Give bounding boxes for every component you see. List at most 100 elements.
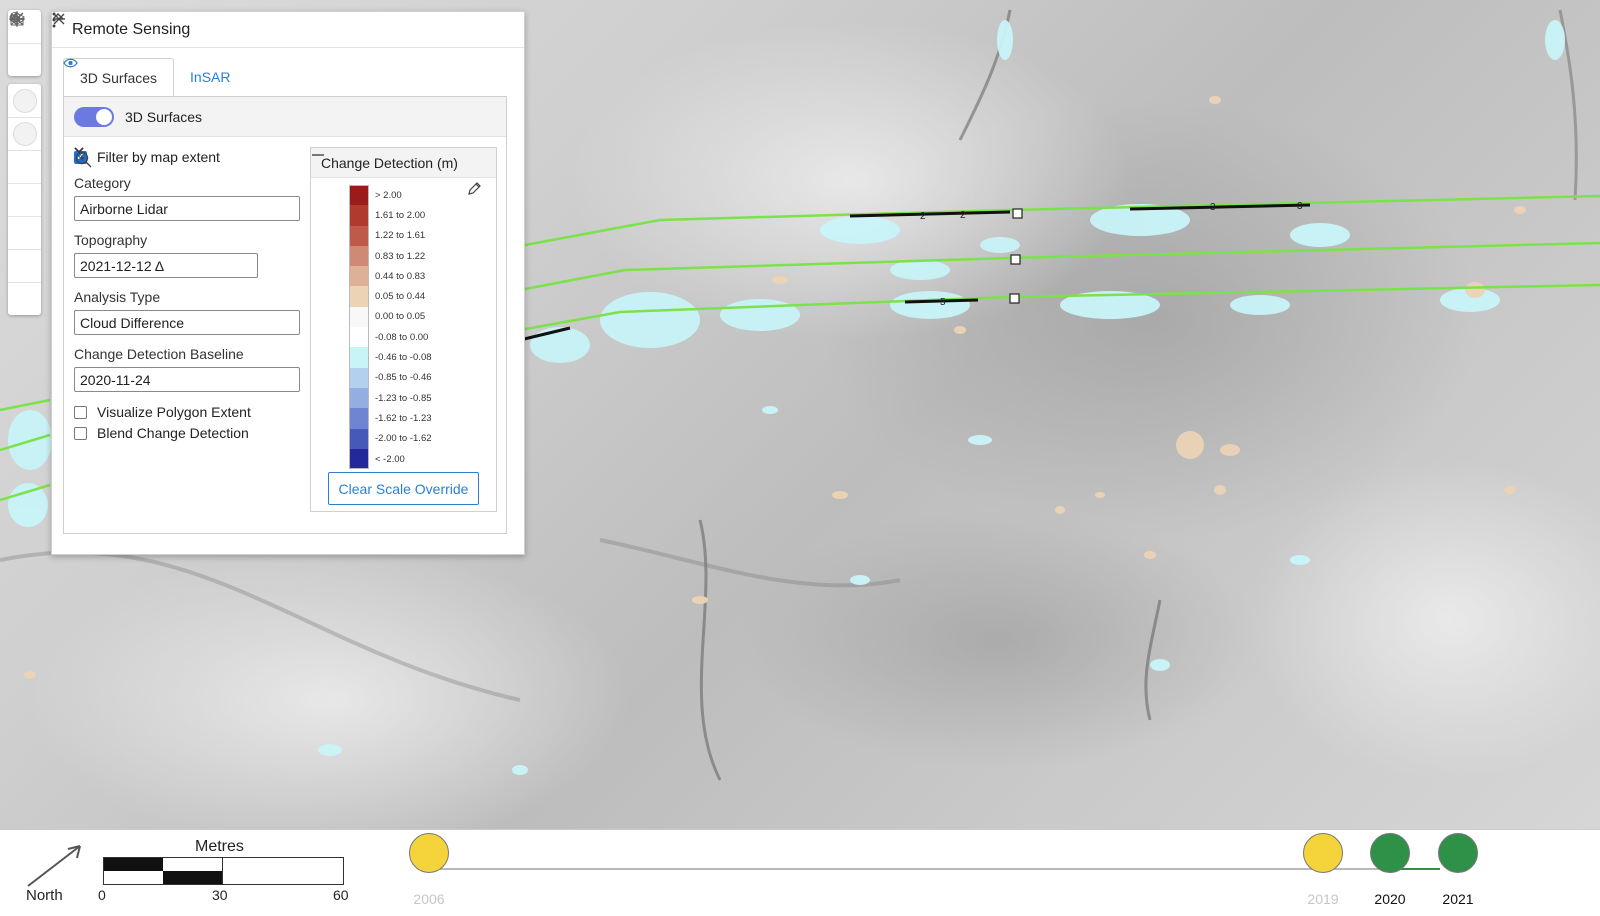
filter-map-extent-checkbox[interactable]: ✓ Filter by map extent	[74, 147, 306, 167]
select-value: 2020-11-24	[80, 371, 151, 388]
panel-minimize-button[interactable]	[53, 18, 490, 42]
tab-content: 3D Surfaces ✓ Filter by map extent Categ…	[63, 96, 507, 534]
legend-row: -0.08 to 0.00	[349, 327, 432, 348]
panel-header: Remote Sensing	[52, 12, 524, 48]
panel-tabs: 3D Surfaces InSAR	[63, 58, 247, 96]
baseline-label: Change Detection Baseline	[74, 346, 244, 362]
timeline-year-2006[interactable]	[409, 833, 449, 873]
layer-toggle-row: 3D Surfaces	[64, 97, 506, 137]
legend-swatch	[349, 185, 369, 206]
more-tools-button[interactable]	[8, 17, 41, 315]
legend-row: 0.00 to 0.05	[349, 306, 432, 328]
select-value: Cloud Difference	[80, 314, 185, 331]
scale-title: Metres	[195, 838, 244, 855]
chevron-down-icon	[74, 147, 84, 153]
timeline-label: 2021	[1442, 891, 1474, 907]
layers-button[interactable]	[8, 12, 41, 183]
3d-surfaces-toggle[interactable]	[74, 106, 114, 127]
panel-menu-button[interactable]	[52, 12, 466, 42]
analysis-type-label: Analysis Type	[74, 289, 161, 305]
legend-swatch	[349, 347, 369, 368]
edit-scale-button[interactable]	[466, 181, 490, 205]
baseline-select[interactable]: 2020-11-24	[74, 147, 300, 392]
visualize-polygon-checkbox[interactable]: Visualize Polygon Extent	[74, 402, 306, 422]
timeline-label: 2020	[1374, 891, 1406, 907]
settings-form: ✓ Filter by map extent Category Airborne…	[74, 147, 306, 443]
select-value: 2021-12-12 Δ	[80, 257, 165, 274]
legend-row: -0.46 to -0.08	[349, 347, 432, 368]
legend-row: -2.00 to -1.62	[349, 428, 432, 449]
north-label: North	[26, 887, 63, 904]
checkbox-label: Visualize Polygon Extent	[97, 404, 251, 420]
tab-3d-surfaces[interactable]: 3D Surfaces	[63, 58, 175, 96]
timeline-label: 2006	[413, 891, 445, 907]
legend-label: 1.22 to 1.61	[375, 230, 426, 242]
map-label: 3	[1210, 202, 1216, 213]
panel-close-button[interactable]	[53, 13, 514, 42]
topography-select[interactable]: 2021-12-12 Δ	[74, 147, 258, 278]
legend-swatch	[349, 428, 369, 449]
timeline-year-2019[interactable]	[1303, 833, 1343, 873]
measure-button[interactable]	[8, 13, 41, 282]
category-select[interactable]: Airborne Lidar	[74, 147, 300, 221]
legend-swatch	[349, 387, 369, 409]
legend-label: -1.23 to -0.85	[375, 392, 432, 404]
collapse-button[interactable]	[8, 12, 41, 216]
legend-label: -0.85 to -0.46	[375, 372, 432, 384]
globe-button[interactable]	[8, 11, 41, 150]
clear-scale-override-button[interactable]: Clear Scale Override	[328, 472, 479, 505]
change-detection-legend: Change Detection (m) > 2.00 1.61 to 2.00 1…	[310, 147, 497, 512]
map-label: 5	[940, 297, 946, 308]
close-icon	[53, 13, 65, 25]
map-label: 2	[920, 211, 926, 222]
scale-tick: 0	[98, 887, 106, 903]
legend-scale: > 2.00 1.61 to 2.00 1.22 to 1.61 0.83 to 1.…	[349, 185, 432, 470]
timeline-year-2020[interactable]	[1370, 833, 1410, 873]
analysis-type-select[interactable]: Cloud Difference	[74, 147, 300, 335]
legend-swatch	[349, 367, 369, 388]
map-label: 2	[960, 210, 966, 221]
compass-icon	[11, 12, 37, 113]
legend-label: 0.83 to 1.22	[375, 250, 426, 262]
legend-label: 0.05 to 0.44	[375, 291, 426, 303]
timeline-year-2021[interactable]	[1438, 833, 1478, 873]
panel-title: Remote Sensing	[72, 20, 191, 38]
legend-row: -1.23 to -0.85	[349, 387, 432, 409]
map-view[interactable]: 2 2 3 3 5 Remote Sensing 3D Surfaces InS…	[0, 0, 1600, 829]
scale-bar	[103, 857, 344, 885]
tab-insar[interactable]: InSAR	[63, 58, 246, 96]
lighting-button[interactable]	[8, 11, 41, 249]
bottom-bar: North Metres 0 30 60 2006 2019 2020 2021	[0, 829, 1600, 916]
blend-change-checkbox[interactable]: Blend Change Detection	[74, 423, 306, 443]
legend-label: -0.46 to -0.08	[375, 352, 432, 364]
compass-button[interactable]	[8, 12, 41, 117]
legend-swatch	[349, 266, 369, 287]
legend-label: -1.62 to -1.23	[375, 412, 432, 424]
scale-tick: 60	[333, 887, 349, 903]
checkbox-unchecked-icon	[74, 405, 87, 419]
scale-tick: 30	[212, 887, 228, 903]
legend-label: < -2.00	[375, 453, 405, 465]
legend-swatch	[349, 225, 369, 246]
legend-label: > 2.00	[375, 189, 402, 201]
ellipsis-icon	[9, 17, 25, 21]
toggle-label: 3D Surfaces	[125, 108, 203, 125]
eye-icon	[63, 58, 78, 68]
topography-label: Topography	[74, 232, 148, 248]
zoom-to-icon[interactable]	[74, 150, 94, 170]
legend-label: 0.00 to 0.05	[375, 311, 426, 323]
legend-row: < -2.00	[349, 448, 432, 470]
legend-title: Change Detection (m)	[321, 154, 458, 171]
legend-swatch	[349, 448, 369, 470]
legend-swatch	[349, 245, 369, 267]
legend-row: 1.22 to 1.61	[349, 225, 432, 246]
category-label: Category	[74, 175, 131, 191]
map-toolbar	[8, 10, 41, 315]
legend-row: -0.85 to -0.46	[349, 367, 432, 388]
legend-header: Change Detection (m)	[311, 148, 496, 178]
zoom-out-button[interactable]	[8, 18, 41, 76]
minimize-icon[interactable]	[311, 148, 325, 162]
tool-buttons	[8, 11, 41, 315]
legend-row: > 2.00	[349, 185, 432, 206]
legend-swatch	[349, 306, 369, 328]
